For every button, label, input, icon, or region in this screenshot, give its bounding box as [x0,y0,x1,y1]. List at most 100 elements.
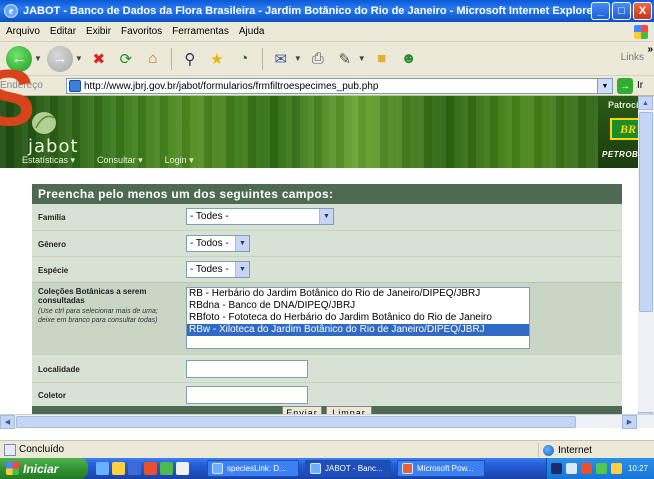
address-url: http://www.jbrj.gov.br/jabot/formularios… [84,80,379,92]
scroll-left-icon[interactable]: ◀ [0,415,15,429]
windows-logo-icon [634,25,648,39]
address-dropdown-icon[interactable]: ▼ [597,79,612,93]
genero-value: - Todos - [190,238,229,249]
ie-quicklaunch-icon[interactable] [96,462,109,475]
status-bar: Concluído Internet [0,440,654,458]
colecao-option[interactable]: RB - Herbário do Jardim Botânico do Rio … [187,288,529,300]
especie-label: Espécie [38,266,69,275]
toolbar-separator [170,47,172,70]
horizontal-scrollbar[interactable]: ◀ ▶ [0,414,654,429]
forward-button[interactable]: → [46,45,73,72]
especie-value: - Todes - [190,264,229,275]
app-quicklaunch-icon[interactable] [128,462,141,475]
colecoes-listbox[interactable]: RB - Herbário do Jardim Botânico do Rio … [186,287,530,349]
horizontal-scroll-thumb[interactable] [16,416,576,428]
form-buttons: Enviar Limpar [32,406,622,420]
familia-label: Família [38,213,66,222]
task-label: speciesLink: D... [227,464,286,473]
go-label[interactable]: Ir [637,80,643,91]
especie-select[interactable]: - Todes - ▼ [186,261,250,278]
chevron-down-icon[interactable]: ▼ [319,209,333,224]
familia-row: Família - Todes - ▼ [32,204,622,230]
coletor-input[interactable] [186,386,308,404]
task-powerpoint[interactable]: Microsoft Pow... [397,460,485,477]
tray-app2-icon[interactable] [596,463,607,474]
close-button[interactable]: X [633,2,652,20]
task-jabot[interactable]: JABOT - Banc... [305,460,391,477]
edit-icon[interactable]: ✎ [334,48,356,70]
page-icon [69,80,81,92]
system-tray: 10:27 [546,458,654,479]
colecoes-row: Coleções Botânicas a serem consultadas (… [32,282,622,354]
menu-arquivo[interactable]: Arquivo [6,26,40,37]
scroll-up-icon[interactable]: ▲ [638,96,653,110]
links-label[interactable]: Links [621,52,644,63]
window-title: JABOT - Banco de Dados da Flora Brasilei… [23,5,597,17]
genero-label: Gênero [38,240,67,249]
search-icon[interactable]: ⚲ [179,48,201,70]
menu-ferramentas[interactable]: Ferramentas [172,26,229,37]
localidade-row: Localidade [32,354,622,382]
vertical-scrollbar[interactable]: ▲ ▼ [638,96,654,426]
go-button[interactable]: → [617,78,633,94]
localidade-input[interactable] [186,360,308,378]
favorites-star-icon[interactable]: ★ [206,48,228,70]
minimize-button[interactable]: _ [591,2,610,20]
print-icon[interactable]: ⎙ [307,48,329,70]
address-input[interactable]: http://www.jbrj.gov.br/jabot/formularios… [66,78,613,94]
start-button[interactable]: Iniciar [0,458,88,479]
nav-consultar[interactable]: Consultar ▾ [97,155,143,166]
maximize-button[interactable]: □ [612,2,631,20]
volume-icon[interactable] [566,463,577,474]
mail-icon[interactable]: ✉ [270,48,292,70]
forward-dropdown-icon[interactable]: ▼ [75,54,83,63]
mail-dropdown-icon[interactable]: ▼ [294,54,302,63]
stop-icon[interactable]: ✖ [88,48,110,70]
colecao-option-selected[interactable]: RBw - Xiloteca do Jardim Botânico do Rio… [187,324,529,336]
vertical-scroll-thumb[interactable] [639,112,653,312]
folder-icon[interactable]: ■ [371,48,393,70]
messenger-icon[interactable]: ☻ [398,48,420,70]
task-label: JABOT - Banc... [325,464,383,473]
nav-estatisticas[interactable]: Estatísticas ▾ [22,155,75,166]
clock[interactable]: 10:27 [628,464,648,473]
familia-value: - Todes - [190,211,229,222]
coletor-row: Coletor [32,382,622,406]
window-title-bar[interactable]: e JABOT - Banco de Dados da Flora Brasil… [0,0,654,22]
media-quicklaunch-icon[interactable] [144,462,157,475]
tray-app-icon[interactable] [581,463,592,474]
colecoes-label: Coleções Botânicas a serem consultadas [38,287,147,305]
menu-ajuda[interactable]: Ajuda [239,26,265,37]
toolbar-overflow-icon[interactable]: » [647,44,653,55]
zone-label: Internet [558,444,592,456]
menu-editar[interactable]: Editar [50,26,76,37]
genero-select[interactable]: - Todos - ▼ [186,235,250,252]
security-zone[interactable]: Internet [538,443,592,457]
powerpoint-icon [402,463,413,474]
menu-favoritos[interactable]: Favoritos [121,26,162,37]
home-icon[interactable]: ⌂ [142,48,164,70]
localidade-label: Localidade [38,365,80,374]
chevron-down-icon[interactable]: ▼ [235,262,249,277]
menu-exibir[interactable]: Exibir [86,26,111,37]
quick-launch [96,462,189,475]
refresh-icon[interactable]: ⟳ [115,48,137,70]
colecao-option[interactable]: RBfoto - Fototeca do Herbário do Jardim … [187,312,529,324]
taskbar: Iniciar speciesLink: D... JABOT - Banc..… [0,458,654,479]
folder-quicklaunch-icon[interactable] [112,462,125,475]
edit-dropdown-icon[interactable]: ▼ [358,54,366,63]
colecao-option[interactable]: RBdna - Banco de DNA/DIPEQ/JBRJ [187,300,529,312]
task-specieslink[interactable]: speciesLink: D... [207,460,299,477]
network-icon[interactable] [551,463,562,474]
scroll-right-icon[interactable]: ▶ [622,415,637,429]
tray-app3-icon[interactable] [611,463,622,474]
app2-quicklaunch-icon[interactable] [160,462,173,475]
app3-quicklaunch-icon[interactable] [176,462,189,475]
chevron-down-icon[interactable]: ▼ [235,236,249,251]
toolbar: ← ▼ → ▼ ✖ ⟳ ⌂ ⚲ ★ ◔ ✉ ▼ ⎙ ✎ ▼ ■ ☻ Links … [0,42,654,76]
status-text: Concluído [19,444,65,455]
history-icon[interactable]: ◔ [233,48,255,70]
nav-login[interactable]: Login ▾ [165,155,194,166]
especie-row: Espécie - Todes - ▼ [32,256,622,282]
familia-select[interactable]: - Todes - ▼ [186,208,334,225]
